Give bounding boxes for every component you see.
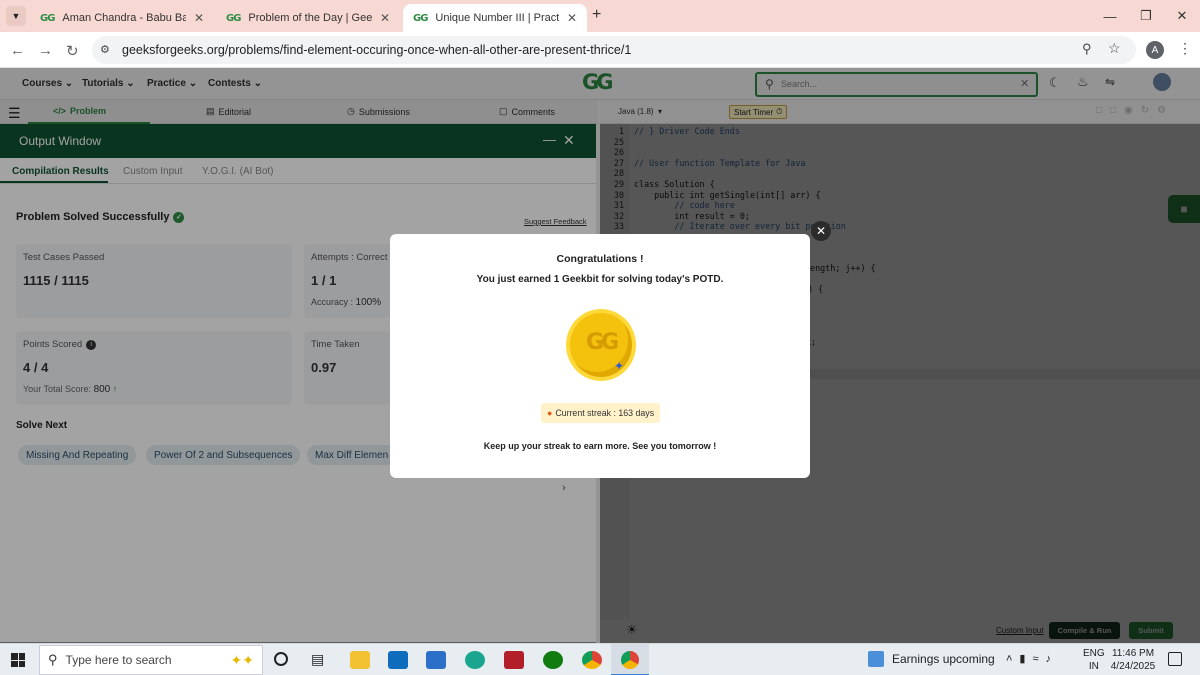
notification-center-icon[interactable] <box>1168 652 1182 666</box>
fire-icon: ● <box>547 408 553 418</box>
chrome-active-icon[interactable] <box>611 644 649 675</box>
close-tab-icon[interactable]: ✕ <box>380 11 390 25</box>
new-tab-button[interactable]: + <box>592 6 601 24</box>
modal-close-icon[interactable]: ✕ <box>811 221 831 241</box>
congratulations-modal: Congratulations ! You just earned 1 Geek… <box>390 234 810 478</box>
bookmark-star-icon[interactable]: ☆ <box>1108 40 1121 57</box>
search-icon: ⚲ <box>48 652 58 667</box>
browser-tab-strip: ▼ GG Aman Chandra - Babu Banarasi ✕ GG P… <box>0 0 1200 32</box>
outlook-icon[interactable] <box>388 651 408 669</box>
geekbit-coin: GG ✦ <box>566 309 636 381</box>
modal-footer: Keep up your streak to earn more. See yo… <box>483 441 717 451</box>
close-tab-icon[interactable]: ✕ <box>194 11 204 25</box>
streak-badge: ● Current streak : 163 days <box>541 403 661 423</box>
taskbar-search-box[interactable]: ⚲ Type here to search ✦✦ <box>39 645 263 675</box>
sparkle-icon: ✦ <box>614 359 625 373</box>
profile-initial: A <box>1151 44 1159 56</box>
browser-menu-icon[interactable]: ⋮ <box>1178 40 1192 57</box>
microsoft-store-icon[interactable] <box>426 651 446 669</box>
sparkles-icon: ✦✦ <box>230 651 254 668</box>
url-text: geeksforgeeks.org/problems/find-element-… <box>122 43 632 57</box>
address-bar[interactable]: ⚙ geeksforgeeks.org/problems/find-elemen… <box>92 36 1136 64</box>
tray-icons[interactable]: ˄▮≈♪ <box>1006 652 1058 665</box>
tab-search-button[interactable]: ▼ <box>6 6 26 26</box>
chart-icon <box>868 651 884 667</box>
minimize-window-icon[interactable]: — <box>1090 0 1130 32</box>
zoom-icon[interactable]: ⚲ <box>1082 41 1092 57</box>
windows-taskbar: ⚲ Type here to search ✦✦ ▤ Earnings upco… <box>0 643 1200 675</box>
browser-toolbar: ← → ↻ ⚙ geeksforgeeks.org/problems/find-… <box>0 32 1200 68</box>
xbox-icon[interactable] <box>543 651 563 669</box>
browser-tab-title: Unique Number III | Practice | G <box>435 12 559 24</box>
browser-tab-2[interactable]: GG Problem of the Day | GeeksforG ✕ <box>216 4 400 32</box>
task-view-icon[interactable]: ▤ <box>311 651 324 668</box>
gfg-favicon-icon: GG <box>226 12 241 24</box>
browser-tab-1[interactable]: GG Aman Chandra - Babu Banarasi ✕ <box>30 4 214 32</box>
edge-icon[interactable] <box>465 651 485 669</box>
weather-widget[interactable]: Earnings upcoming <box>868 651 995 667</box>
forward-icon[interactable]: → <box>38 42 53 59</box>
chevron-down-icon: ▼ <box>11 11 21 21</box>
profile-avatar[interactable]: A <box>1146 41 1164 59</box>
browser-tab-3[interactable]: GG Unique Number III | Practice | G ✕ <box>403 4 587 32</box>
windows-start-icon[interactable] <box>11 653 25 667</box>
gfg-favicon-icon: GG <box>413 12 428 24</box>
modal-title: Congratulations ! <box>556 253 644 265</box>
close-window-icon[interactable]: ✕ <box>1162 0 1200 32</box>
chrome-icon[interactable] <box>582 651 602 669</box>
language-indicator[interactable]: ENG IN <box>1083 647 1105 673</box>
browser-tab-title: Aman Chandra - Babu Banarasi <box>62 12 186 24</box>
coin-logo: GG <box>585 330 619 355</box>
app-icon[interactable] <box>504 651 524 669</box>
close-tab-icon[interactable]: ✕ <box>567 11 577 25</box>
taskbar-search-input[interactable]: Type here to search <box>66 653 172 667</box>
modal-message: You just earned 1 Geekbit for solving to… <box>476 274 724 285</box>
browser-tab-title: Problem of the Day | GeeksforG <box>248 12 372 24</box>
back-icon[interactable]: ← <box>10 42 25 59</box>
gfg-favicon-icon: GG <box>40 12 55 24</box>
reload-icon[interactable]: ↻ <box>66 42 79 60</box>
restore-window-icon[interactable]: ❐ <box>1126 0 1166 32</box>
clock[interactable]: 11:46 PM 4/24/2025 <box>1104 647 1162 673</box>
file-explorer-icon[interactable] <box>350 651 370 669</box>
site-info-icon[interactable]: ⚙ <box>100 43 110 56</box>
cortana-icon[interactable] <box>274 652 288 666</box>
